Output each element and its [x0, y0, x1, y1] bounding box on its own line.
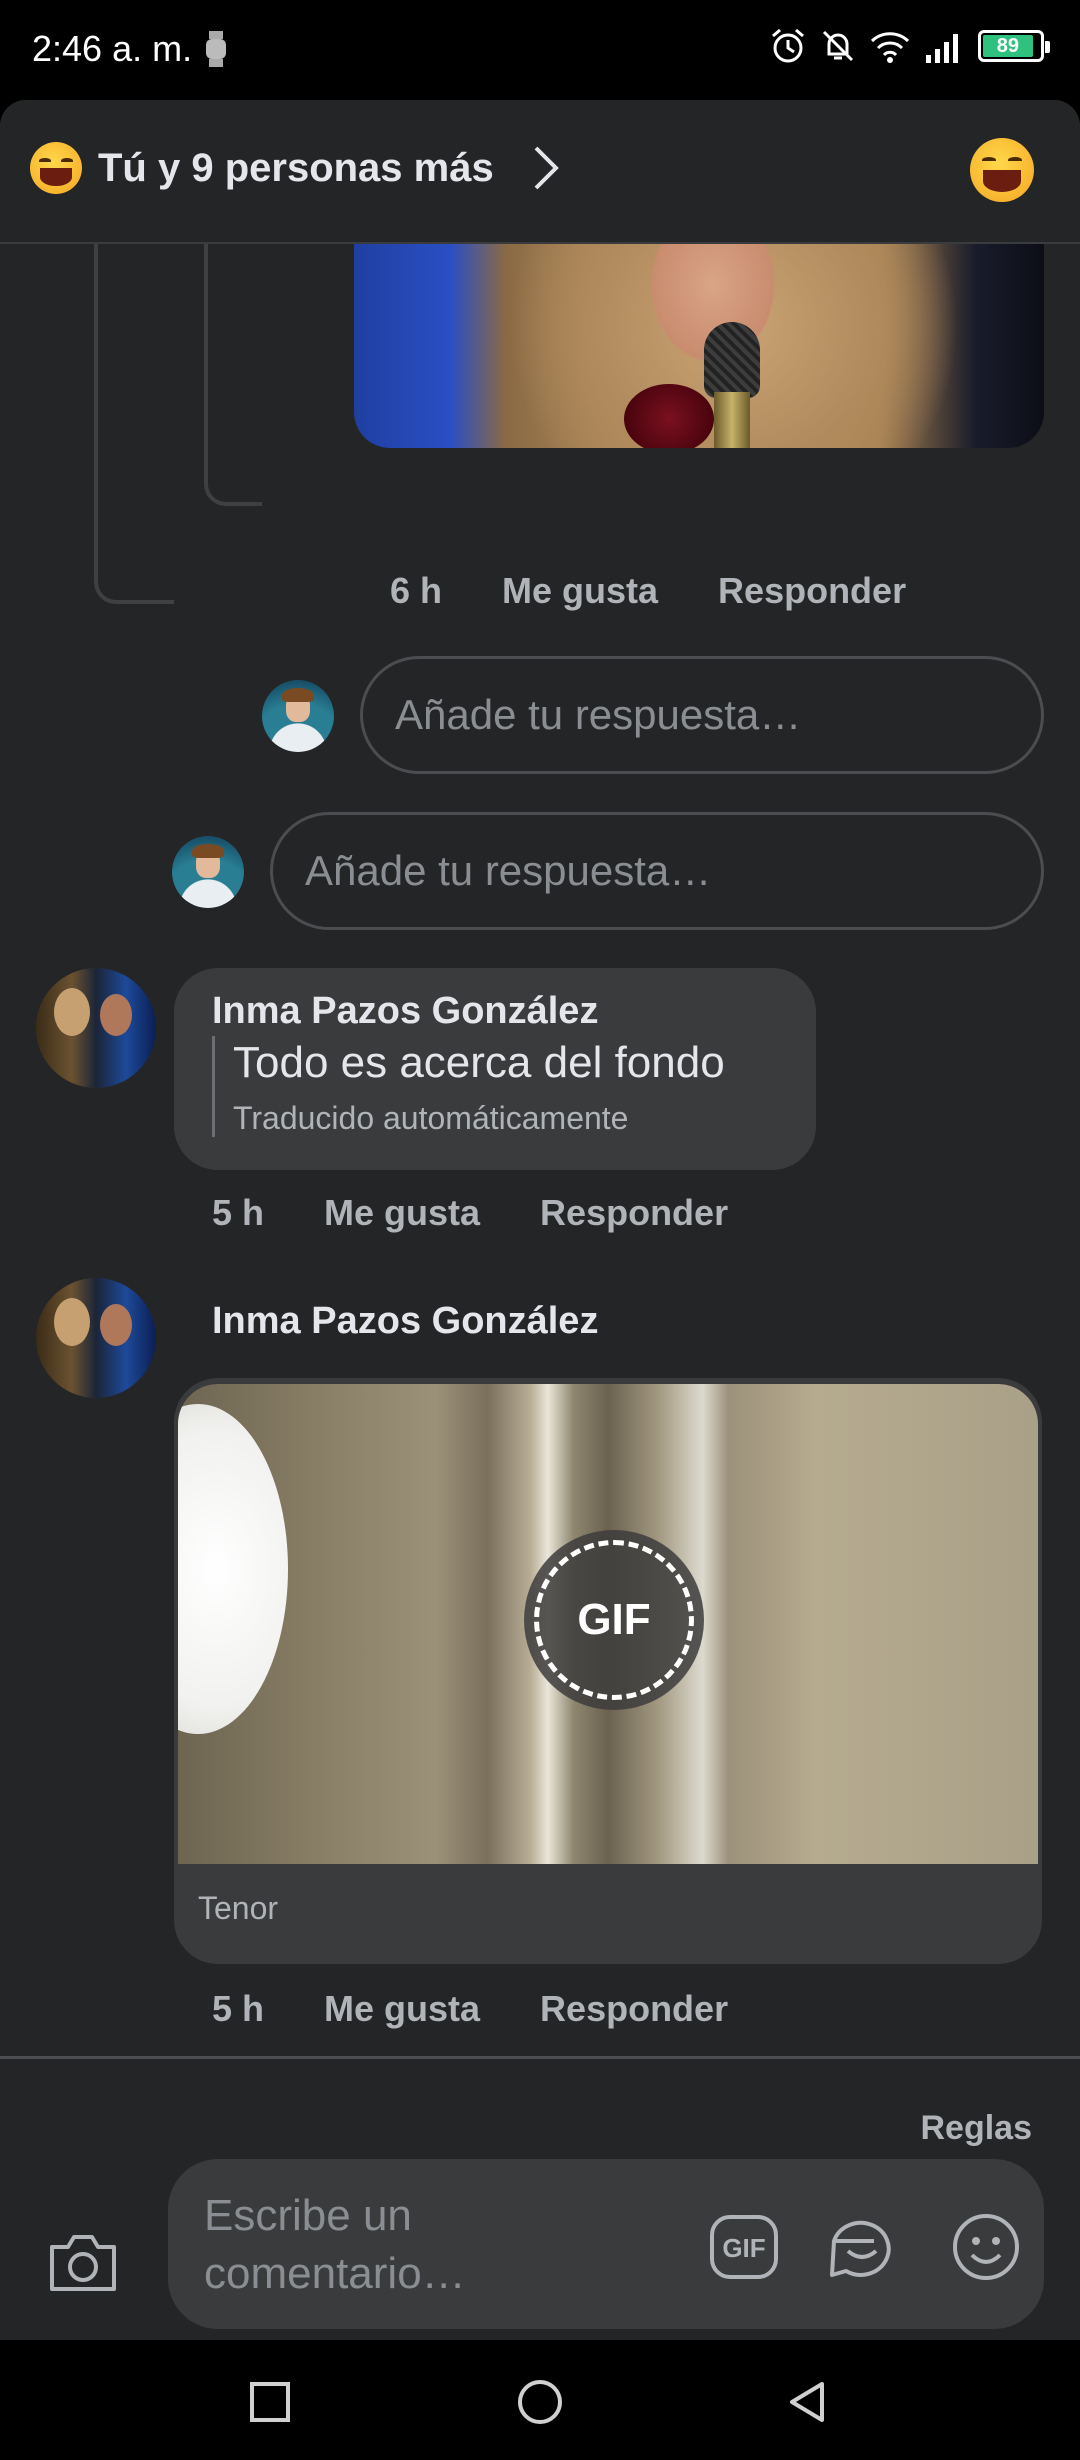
nested-reply-placeholder: Añade tu respuesta… [395, 691, 802, 738]
laughing-emoji-icon [30, 142, 82, 194]
alarm-icon [772, 28, 804, 63]
reply-meta: 6 h Me gusta Responder [390, 570, 906, 612]
back-button[interactable] [784, 2378, 832, 2426]
timestamp: 6 h [390, 570, 443, 611]
status-bar: 2:46 a. m. 89 [0, 0, 1080, 100]
gif-attachment[interactable]: GIF Tenor [174, 1378, 1042, 1964]
react-button[interactable] [970, 138, 1034, 202]
avatar [172, 836, 244, 908]
translated-note[interactable]: Traducido automáticamente [233, 1100, 725, 1137]
rules-link[interactable]: Reglas [921, 2109, 1033, 2148]
timestamp: 5 h [212, 1988, 265, 2029]
status-time: 2:46 a. m. [32, 28, 228, 70]
notifications-off-icon [822, 30, 854, 62]
reply-button[interactable]: Responder [718, 570, 906, 612]
comment-translation: Todo es acerca del fondo Traducido autom… [212, 1036, 725, 1137]
like-button[interactable]: Me gusta [502, 570, 658, 612]
status-icons: 89 [770, 28, 1050, 64]
battery-level: 89 [983, 35, 1033, 57]
comment-text: Todo es acerca del fondo [233, 1038, 725, 1087]
home-button[interactable] [516, 2378, 564, 2426]
signal-icon [926, 34, 958, 63]
timestamp: 5 h [212, 1192, 265, 1233]
gif-window-shape [178, 1404, 288, 1734]
battery-icon: 89 [978, 30, 1050, 62]
reactions-summary[interactable]: Tú y 9 personas más [30, 142, 564, 194]
watch-icon [206, 31, 227, 67]
thread-line-inner [204, 244, 262, 506]
commenter-avatar[interactable] [36, 1278, 156, 1398]
comment-composer: Reglas Escribe un comentario… GIF [0, 2056, 1080, 2340]
wifi-icon [870, 32, 910, 63]
commenter-avatar[interactable] [36, 968, 156, 1088]
thread-line-outer [94, 244, 174, 604]
smiley-icon[interactable] [950, 2211, 1022, 2283]
avatar [262, 680, 334, 752]
system-nav-bar [0, 2340, 1080, 2460]
clock-text: 2:46 a. m. [32, 28, 193, 69]
like-button[interactable]: Me gusta [324, 1988, 480, 2030]
microphone-shape [704, 322, 760, 448]
gif-preview[interactable]: GIF [178, 1384, 1038, 1864]
reply-image[interactable] [354, 244, 1044, 448]
comment-meta: 5 h Me gusta Responder [212, 1192, 728, 1234]
camera-icon[interactable] [46, 2231, 120, 2293]
like-button[interactable]: Me gusta [324, 1192, 480, 1234]
rose-shape [624, 384, 714, 448]
reactions-header[interactable]: Tú y 9 personas más [0, 100, 1080, 244]
chevron-right-icon [534, 146, 559, 190]
comment-author[interactable]: Inma Pazos González [212, 990, 598, 1033]
comment-input[interactable]: Escribe un comentario… GIF [168, 2159, 1044, 2329]
sticker-icon[interactable] [826, 2211, 898, 2283]
reply-placeholder: Añade tu respuesta… [305, 847, 712, 894]
nested-reply-input[interactable]: Añade tu respuesta… [360, 656, 1044, 774]
reactions-title: Tú y 9 personas más [98, 145, 494, 190]
laughing-emoji-icon [970, 138, 1034, 202]
comment-author[interactable]: Inma Pazos González [212, 1300, 598, 1343]
recents-button[interactable] [246, 2378, 294, 2426]
gif-button[interactable]: GIF [708, 2211, 780, 2283]
gif-source: Tenor [198, 1890, 279, 1926]
gif-badge-label: GIF [534, 1540, 694, 1700]
gif-button-label: GIF [722, 2233, 765, 2263]
comment-meta: 5 h Me gusta Responder [212, 1988, 728, 2030]
reply-button[interactable]: Responder [540, 1192, 728, 1234]
gif-play-badge[interactable]: GIF [524, 1530, 704, 1710]
comments-sheet: Tú y 9 personas más 6 h Me gusta Respond… [0, 100, 1080, 2340]
comment-placeholder: Escribe un comentario… [204, 2191, 466, 2298]
reply-input[interactable]: Añade tu respuesta… [270, 812, 1044, 930]
reply-button[interactable]: Responder [540, 1988, 728, 2030]
